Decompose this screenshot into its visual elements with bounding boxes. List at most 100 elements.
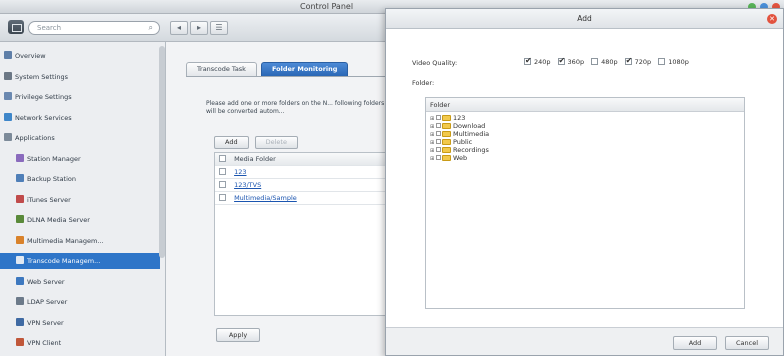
select-all-checkbox[interactable] <box>219 155 226 162</box>
folder-checkbox[interactable] <box>436 115 441 120</box>
tab-folder-monitoring[interactable]: Folder Monitoring <box>260 62 349 76</box>
folder-icon <box>442 123 451 129</box>
ldap-icon <box>16 297 24 305</box>
quality-480p-label: 480p <box>601 58 618 66</box>
dialog-cancel-button[interactable]: Cancel <box>725 336 769 350</box>
folder-checkbox[interactable] <box>436 139 441 144</box>
checkbox-360p[interactable] <box>557 56 565 65</box>
table-row[interactable]: Multimedia/Sample <box>215 192 385 205</box>
tab-bar: Transcode Task Folder Monitoring <box>186 62 349 76</box>
quality-480p[interactable]: 480p <box>591 58 618 66</box>
row-checkbox[interactable] <box>219 168 226 175</box>
sidebar-item-overview[interactable]: Overview <box>0 48 160 64</box>
folder-link[interactable]: 123/TVS <box>234 181 261 189</box>
sidebar-item-label: VPN Server <box>27 318 64 327</box>
sidebar-item-multimedia-managem[interactable]: Multimedia Managem... <box>0 233 160 249</box>
sidebar-scrollbar[interactable] <box>159 46 165 258</box>
quality-1080p[interactable]: 1080p <box>658 58 689 66</box>
sidebar-item-vpn-server[interactable]: VPN Server <box>0 315 160 331</box>
sidebar-item-system-settings[interactable]: System Settings <box>0 69 160 85</box>
sidebar-item-station-manager[interactable]: Station Manager <box>0 151 160 167</box>
tree-node-label: Multimedia <box>453 130 490 138</box>
sidebar-item-label: System Settings <box>15 72 68 81</box>
folder-link[interactable]: Multimedia/Sample <box>234 194 297 202</box>
sidebar-item-vpn-client[interactable]: VPN Client <box>0 335 160 351</box>
checkbox-720p[interactable] <box>624 56 632 65</box>
dialog-add-button[interactable]: Add <box>673 336 717 350</box>
quality-240p[interactable]: 240p <box>524 56 551 66</box>
globe-icon <box>4 112 12 121</box>
quality-720p[interactable]: 720p <box>624 56 651 66</box>
quality-360p[interactable]: 360p <box>557 56 584 66</box>
checkbox-240p[interactable] <box>524 56 532 65</box>
tree-node-label: Public <box>453 138 473 146</box>
sidebar-item-label: VPN Client <box>27 339 62 347</box>
tree-node[interactable]: ⊞ Recordings <box>426 146 744 154</box>
folder-label: Folder: <box>412 79 435 87</box>
sidebar-item-dlna-media-server[interactable]: DLNA Media Server <box>0 212 160 228</box>
gear-icon <box>4 71 12 80</box>
tree-node-label: Web <box>453 154 468 162</box>
sidebar-item-ldap-server[interactable]: LDAP Server <box>0 294 160 310</box>
table-header: Media Folder <box>215 153 385 166</box>
tree-node[interactable]: ⊞ Web <box>426 154 744 162</box>
tree-node-label: Download <box>453 122 486 130</box>
close-icon[interactable]: ✕ <box>767 14 777 24</box>
folder-checkbox[interactable] <box>436 123 441 128</box>
nav-buttons: ◂ ▸ ☰ <box>170 21 228 35</box>
home-icon[interactable] <box>8 20 24 34</box>
folder-checkbox[interactable] <box>436 155 441 160</box>
sidebar-item-label: LDAP Server <box>27 298 68 306</box>
tree-node-label: Recordings <box>453 146 489 154</box>
sidebar-item-backup-station[interactable]: Backup Station <box>0 171 160 187</box>
folder-link[interactable]: 123 <box>234 168 246 176</box>
sidebar-item-web-server[interactable]: Web Server <box>0 274 160 290</box>
table-row[interactable]: 123 <box>215 166 385 179</box>
quality-1080p-label: 1080p <box>668 58 689 66</box>
tree-node[interactable]: ⊞ Multimedia <box>426 130 744 138</box>
folder-action-buttons: Add Delete <box>214 136 298 149</box>
row-checkbox[interactable] <box>219 181 226 188</box>
tree-node[interactable]: ⊞ 123 <box>426 114 744 122</box>
checkbox-1080p[interactable] <box>658 58 666 65</box>
folder-checkbox[interactable] <box>436 131 441 136</box>
sidebar: Overview System Settings Privilege Setting… <box>0 42 166 356</box>
checkbox-480p[interactable] <box>591 58 599 65</box>
folder-checkbox[interactable] <box>436 147 441 152</box>
quality-240p-label: 240p <box>534 58 551 66</box>
folder-tree-header: Folder <box>426 98 744 112</box>
expand-icon[interactable]: ⊞ <box>430 155 435 163</box>
tree-node[interactable]: ⊞ Public <box>426 138 744 146</box>
sidebar-item-label: Web Server <box>27 277 65 286</box>
sidebar-item-transcode-managem[interactable]: Transcode Managem... <box>0 253 160 269</box>
sidebar-item-itunes-server[interactable]: iTunes Server <box>0 192 160 208</box>
sidebar-item-label: Overview <box>15 52 46 60</box>
table-empty-area <box>215 205 385 315</box>
delete-folder-button[interactable]: Delete <box>254 136 298 149</box>
sidebar-item-network-services[interactable]: Network Services <box>0 110 160 126</box>
station-manager-icon <box>16 153 24 162</box>
dialog-title: Add <box>386 9 783 29</box>
sidebar-item-label: DLNA Media Server <box>27 216 90 224</box>
vpn-client-icon <box>16 338 24 346</box>
row-checkbox[interactable] <box>219 194 226 201</box>
forward-button[interactable]: ▸ <box>190 21 208 35</box>
tree-node-label: 123 <box>453 114 466 122</box>
sidebar-item-applications[interactable]: Applications <box>0 130 160 146</box>
folder-icon <box>442 139 451 145</box>
search-input[interactable]: Search ⌕ <box>28 21 160 35</box>
media-folder-table: Media Folder 123 123/TVS Multimedia/Samp… <box>214 152 386 316</box>
dlna-icon <box>16 215 24 223</box>
tree-node[interactable]: ⊞ Download <box>426 122 744 130</box>
table-row[interactable]: 123/TVS <box>215 179 385 192</box>
description-text: Please add one or more folders on the N.… <box>206 100 385 115</box>
tab-transcode-task[interactable]: Transcode Task <box>186 62 257 76</box>
sidebar-item-privilege-settings[interactable]: Privilege Settings <box>0 89 160 105</box>
sidebar-item-label: Privilege Settings <box>15 93 72 101</box>
sidebar-item-label: Applications <box>15 134 55 142</box>
search-placeholder: Search <box>37 24 62 32</box>
back-button[interactable]: ◂ <box>170 21 188 35</box>
apply-button[interactable]: Apply <box>216 328 260 342</box>
view-toggle-button[interactable]: ☰ <box>210 21 228 35</box>
add-folder-button[interactable]: Add <box>214 136 249 149</box>
